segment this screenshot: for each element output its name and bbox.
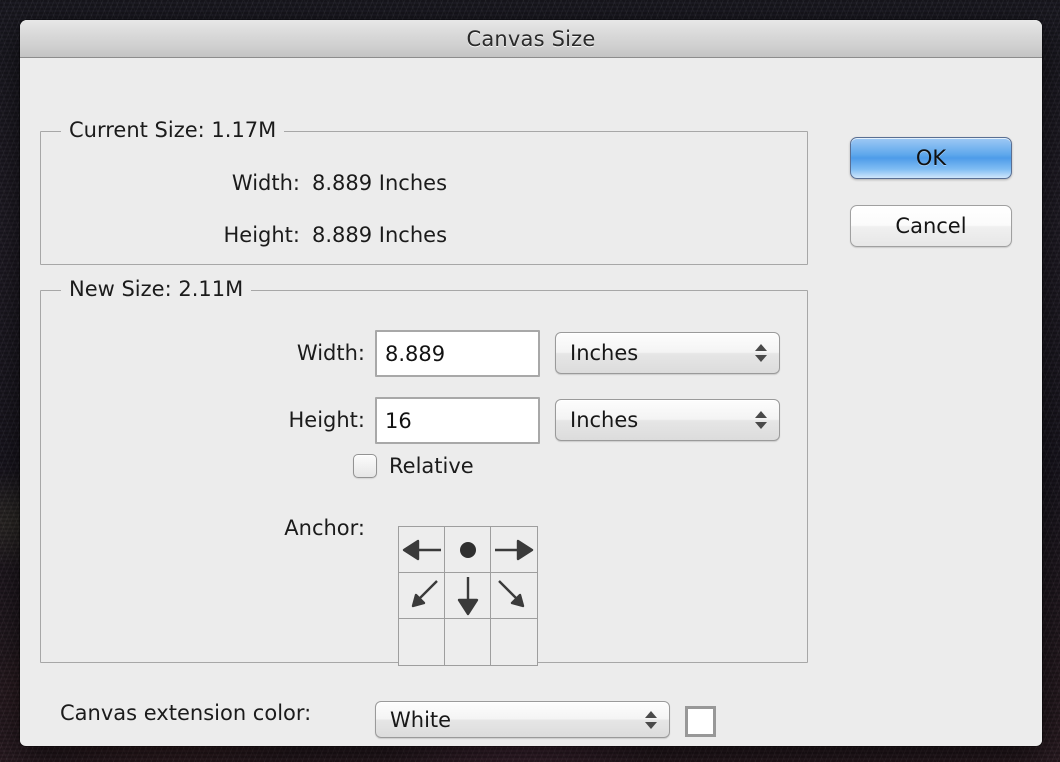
new-width-unit-select[interactable]: Inches [555, 332, 780, 374]
new-height-input[interactable]: 16 [375, 397, 540, 444]
dialog-body: Current Size: 1.17M Width: 8.889 Inches … [20, 58, 1042, 745]
anchor-cell-top-center[interactable] [445, 527, 491, 573]
new-width-input[interactable]: 8.889 [375, 330, 540, 377]
anchor-cell-middle-right[interactable] [491, 573, 537, 619]
dialog-title: Canvas Size [466, 27, 595, 51]
arrow-right-icon [494, 539, 534, 561]
stepper-arrows-icon [645, 708, 657, 732]
canvas-extension-color-label: Canvas extension color: [60, 701, 311, 725]
anchor-label: Anchor: [80, 516, 365, 540]
canvas-extension-color-value: White [390, 708, 451, 732]
new-height-unit-value: Inches [570, 408, 638, 432]
cancel-button[interactable]: Cancel [850, 205, 1012, 247]
anchor-center-dot-icon [457, 539, 479, 561]
new-height-label: Height: [80, 408, 365, 432]
current-size-group-title: Current Size: 1.17M [61, 118, 284, 142]
new-width-label: Width: [80, 341, 365, 365]
anchor-cell-bottom-left[interactable] [399, 619, 445, 665]
current-width-value: 8.889 Inches [312, 171, 447, 195]
anchor-cell-bottom-right[interactable] [491, 619, 537, 665]
arrow-down-left-icon [404, 578, 440, 614]
current-width-row: Width: 8.889 Inches [40, 171, 808, 195]
canvas-size-dialog: Canvas Size Current Size: 1.17M Width: 8… [20, 20, 1042, 746]
canvas-extension-color-select[interactable]: White [375, 701, 670, 738]
arrow-down-right-icon [496, 578, 532, 614]
new-width-unit-value: Inches [570, 341, 638, 365]
dialog-titlebar[interactable]: Canvas Size [20, 20, 1042, 58]
new-size-group-title: New Size: 2.11M [61, 277, 251, 301]
new-height-unit-select[interactable]: Inches [555, 399, 780, 441]
anchor-cell-middle-center[interactable] [445, 573, 491, 619]
anchor-cell-top-left[interactable] [399, 527, 445, 573]
arrow-down-icon [457, 576, 479, 616]
anchor-cell-top-right[interactable] [491, 527, 537, 573]
stepper-arrows-icon [755, 341, 767, 365]
anchor-cell-bottom-center[interactable] [445, 619, 491, 665]
ok-button[interactable]: OK [850, 137, 1012, 179]
arrow-left-icon [402, 539, 442, 561]
anchor-grid[interactable] [398, 526, 538, 666]
anchor-cell-middle-left[interactable] [399, 573, 445, 619]
current-height-label: Height: [40, 223, 300, 247]
current-width-label: Width: [40, 171, 300, 195]
current-height-row: Height: 8.889 Inches [40, 223, 808, 247]
relative-checkbox-row[interactable]: Relative [353, 454, 474, 478]
relative-label: Relative [389, 454, 474, 478]
canvas-extension-color-swatch[interactable] [685, 706, 716, 737]
relative-checkbox[interactable] [353, 454, 377, 478]
current-height-value: 8.889 Inches [312, 223, 447, 247]
stepper-arrows-icon [755, 408, 767, 432]
